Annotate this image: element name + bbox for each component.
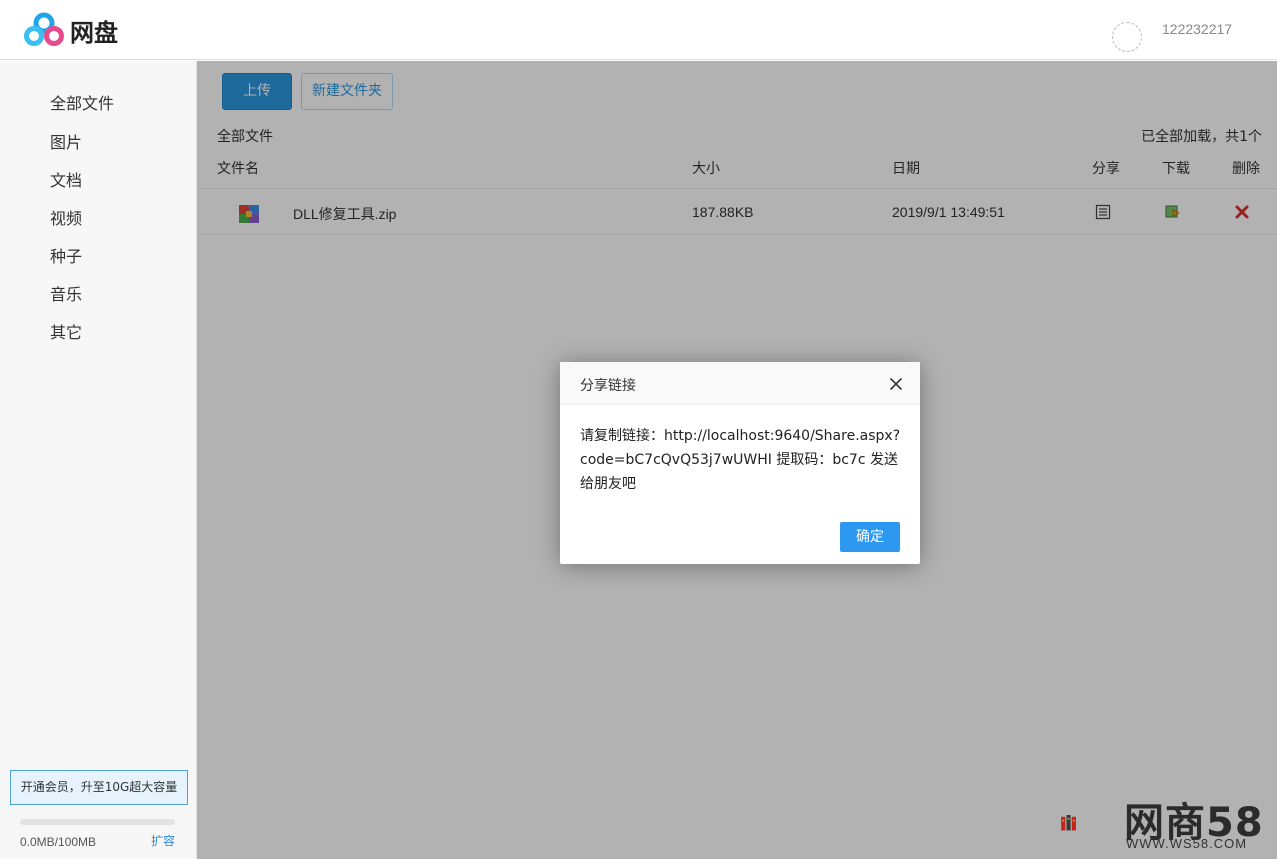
share-link-dialog: 分享链接 请复制链接：http://localhost:9640/Share.a… [560,362,920,564]
avatar[interactable] [1112,22,1142,52]
quota-text: 0.0MB/100MB [20,835,97,849]
quota-progress-bar [20,819,175,825]
dialog-title: 分享链接 [580,378,636,394]
sidebar-item-documents[interactable]: 文档 [50,167,82,191]
sidebar-item-videos[interactable]: 视频 [50,205,82,229]
top-bar: 网盘 122232217 [0,0,1277,60]
sidebar-item-torrents[interactable]: 种子 [50,243,82,267]
sidebar-item-music[interactable]: 音乐 [50,281,82,305]
watermark-logo-icon [1061,815,1076,831]
dialog-header: 分享链接 [560,362,920,405]
vip-upgrade-button[interactable]: 开通会员，升至10G超大容量 [10,770,188,805]
brand-title: 网盘 [70,19,118,47]
share-link-message[interactable]: 请复制链接：http://localhost:9640/Share.aspx?c… [580,424,902,496]
confirm-button[interactable]: 确定 [840,522,900,552]
sidebar-item-other[interactable]: 其它 [50,319,82,343]
sidebar-item-images[interactable]: 图片 [50,129,82,153]
cloud-logo-icon[interactable] [24,12,64,46]
expand-storage-link[interactable]: 扩容 [151,832,175,849]
user-id[interactable]: 122232217 [1162,21,1232,37]
sidebar-item-all-files[interactable]: 全部文件 [50,90,114,114]
watermark-url: WWW.WS58.COM [1126,836,1248,851]
close-icon[interactable] [887,375,905,393]
sidebar: 全部文件 图片 文档 视频 种子 音乐 其它 开通会员，升至10G超大容量 0.… [0,61,197,859]
